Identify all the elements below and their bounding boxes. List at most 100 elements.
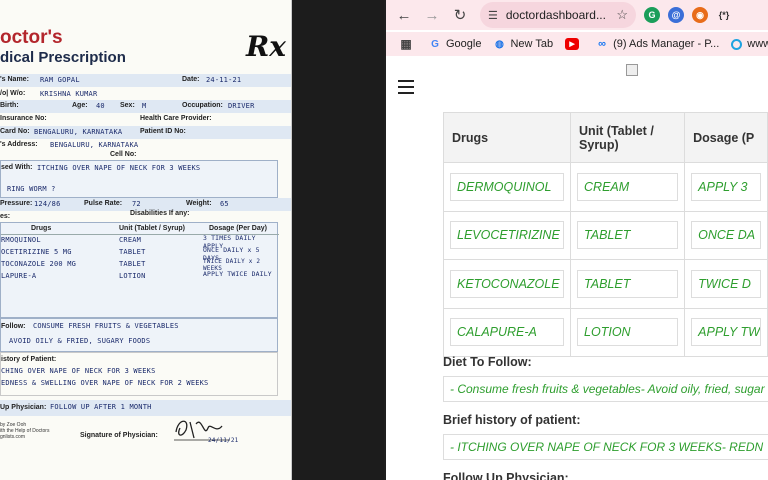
cell-label: Cell No: xyxy=(110,151,137,158)
insurance-label: Insurance No: xyxy=(0,115,47,122)
drug-field[interactable]: CALAPURE-A xyxy=(450,318,565,347)
table-header-row: Drugs Unit (Tablet / Syrup) Dosage (P xyxy=(442,112,768,163)
header-dosage: Dosage (P xyxy=(684,112,768,163)
drug-field[interactable]: LEVOCETIRIZINE xyxy=(450,221,565,250)
bookmark-label: New Tab xyxy=(510,38,554,50)
prescription-paper: octor's dical Prescription Rx 's Name: R… xyxy=(0,0,292,480)
diet-line-2: AVOID OILY & FRIED, SUGARY FOODS xyxy=(9,337,151,345)
diet-label: Diet To Follow: xyxy=(443,355,532,369)
dosage-field[interactable]: APPLY 3 xyxy=(691,172,761,201)
header-drugs: Drugs xyxy=(442,112,572,163)
address-label: 's Address: xyxy=(0,141,38,148)
dosage-field[interactable]: TWICE D xyxy=(691,269,761,298)
diet-label: Follow: xyxy=(1,323,26,330)
sex-value: M xyxy=(142,102,147,110)
site-settings-icon[interactable]: ☰ xyxy=(488,9,498,22)
history-box: istory of Patient: CHING OVER NAPE OF NE… xyxy=(0,352,278,396)
bookmark-google[interactable]: G Google xyxy=(429,38,481,50)
bookmark-label: (9) Ads Manager - P... xyxy=(613,38,720,50)
table-row: CALAPURE-A LOTION APPLY TW xyxy=(442,307,768,357)
table-row: LEVOCETIRIZINE TABLET ONCE DA xyxy=(442,210,768,260)
dosage-field[interactable]: APPLY TW xyxy=(691,318,761,347)
bookmark-www[interactable]: www.al xyxy=(731,38,768,50)
bookmark-star-icon[interactable]: ☆ xyxy=(616,7,628,23)
disabilities-label: Disabilities If any: xyxy=(130,210,190,217)
name-label: 's Name: xyxy=(0,76,29,83)
browser-toolbar: ← → ↻ ☰ doctordashboard... ☆ G @ ◉ {*} xyxy=(386,0,768,30)
followup-value: FOLLOW UP AFTER 1 MONTH xyxy=(50,403,152,411)
header-unit: Unit (Tablet / Syrup) xyxy=(570,112,686,163)
rx-header-unit: Unit (Tablet / Syrup) xyxy=(119,225,185,232)
bookmark-label: Google xyxy=(446,38,482,50)
bookmark-new-tab[interactable]: ◍ New Tab xyxy=(493,38,553,50)
address-value: BENGALURU, KARNATAKA xyxy=(50,141,139,149)
age-value: 40 xyxy=(96,102,105,110)
card-value: BENGALURU, KARNATAKA xyxy=(34,128,123,136)
bookmark-youtube[interactable]: ▶ xyxy=(565,38,584,50)
history-label: Brief history of patient: xyxy=(443,413,581,427)
diet-field[interactable]: - Consume fresh fruits & vegetables- Avo… xyxy=(443,376,768,402)
bookmarks-bar: ▦ G Google ◍ New Tab ▶ ∞ (9) Ads Manager… xyxy=(386,32,768,56)
browser-window: ← → ↻ ☰ doctordashboard... ☆ G @ ◉ {*} ▦… xyxy=(386,0,768,480)
dashboard-page: Drugs Unit (Tablet / Syrup) Dosage (P DE… xyxy=(386,58,768,480)
history-label: istory of Patient: xyxy=(1,356,57,363)
rx-drug-1: RMOQUINOL xyxy=(1,236,41,244)
diagnosed-label: sed With: xyxy=(1,164,33,171)
youtube-icon: ▶ xyxy=(565,38,580,50)
history-field[interactable]: - ITCHING OVER NAPE OF NECK FOR 3 WEEKS-… xyxy=(443,434,768,460)
card-label: Card No: xyxy=(0,128,30,135)
unit-field[interactable]: TABLET xyxy=(577,221,679,250)
followup-label: Follow Up Physician: xyxy=(443,471,569,480)
address-text: doctordashboard... xyxy=(505,8,606,22)
unit-field[interactable]: CREAM xyxy=(577,172,679,201)
drug-field[interactable]: KETOCONAZOLE xyxy=(450,269,565,298)
bookmark-label: www.al xyxy=(747,38,768,50)
footer-credit: by Zoe Ooh ith the Help of Doctors gnlis… xyxy=(0,422,49,440)
age-label: Age: xyxy=(72,102,88,109)
address-bar[interactable]: ☰ doctordashboard... ☆ xyxy=(480,2,636,28)
extension-fox-icon[interactable]: ◉ xyxy=(692,7,708,23)
pulse-label: Pulse Rate: xyxy=(84,200,123,207)
forward-arrow-icon[interactable]: → xyxy=(422,5,442,25)
prescription-subtitle: dical Prescription xyxy=(0,49,126,66)
occupation-value: DRIVER xyxy=(228,102,255,110)
drug-table: Drugs Unit (Tablet / Syrup) Dosage (P DE… xyxy=(442,112,768,357)
weight-value: 65 xyxy=(220,200,229,208)
dosage-field[interactable]: ONCE DA xyxy=(691,221,761,250)
rx-drug-2: OCETIRIZINE 5 MG xyxy=(1,248,72,256)
table-row: DERMOQUINOL CREAM APPLY 3 xyxy=(442,162,768,212)
extensions-puzzle-icon[interactable]: {*} xyxy=(716,7,732,23)
rx-unit-4: LOTION xyxy=(119,272,146,280)
patient-id-label: Patient ID No: xyxy=(140,128,186,135)
bookmark-ads-manager[interactable]: ∞ (9) Ads Manager - P... xyxy=(596,38,719,50)
rx-unit-1: CREAM xyxy=(119,236,142,244)
occupation-label: Occupation: xyxy=(182,102,223,109)
rx-row-dob: Birth: Age: 40 Sex: M Occupation: DRIVER xyxy=(0,100,291,113)
apps-grid-icon[interactable]: ▦ xyxy=(400,37,417,51)
provider-label: Health Care Provider: xyxy=(140,115,212,122)
unit-field[interactable]: LOTION xyxy=(577,318,679,347)
new-tab-icon: ◍ xyxy=(495,38,504,50)
date-value: 24-11-21 xyxy=(206,76,242,84)
footer-line-3: gnlists.com xyxy=(0,434,26,440)
google-g-icon: G xyxy=(431,38,439,50)
rx-unit-2: TABLET xyxy=(119,248,146,256)
back-arrow-icon[interactable]: ← xyxy=(394,5,414,25)
hamburger-menu-icon[interactable] xyxy=(398,80,414,94)
pulse-value: 72 xyxy=(132,200,141,208)
diet-line-1: CONSUME FRESH FRUITS & VEGETABLES xyxy=(33,322,179,330)
diagnosed-value: ITCHING OVER NAPE OF NECK FOR 3 WEEKS xyxy=(37,164,201,172)
prescription-image-pane: octor's dical Prescription Rx 's Name: R… xyxy=(0,0,384,480)
drug-field[interactable]: DERMOQUINOL xyxy=(450,172,565,201)
site-ring-icon xyxy=(731,38,743,50)
rx-symbol-icon: Rx xyxy=(246,30,286,63)
rx-drug-3: TOCONAZOLE 200 MG xyxy=(1,260,77,268)
rx-row-insurance: Insurance No: Health Care Provider: xyxy=(0,113,291,126)
unit-field[interactable]: TABLET xyxy=(577,269,679,298)
extension-a-icon[interactable]: @ xyxy=(668,7,684,23)
allergies-label: es: xyxy=(0,213,11,220)
grammarly-extension-icon[interactable]: G xyxy=(644,7,660,23)
dob-label: Birth: xyxy=(0,102,19,109)
reload-icon[interactable]: ↻ xyxy=(450,5,470,25)
prescription-title: octor's xyxy=(0,27,63,48)
